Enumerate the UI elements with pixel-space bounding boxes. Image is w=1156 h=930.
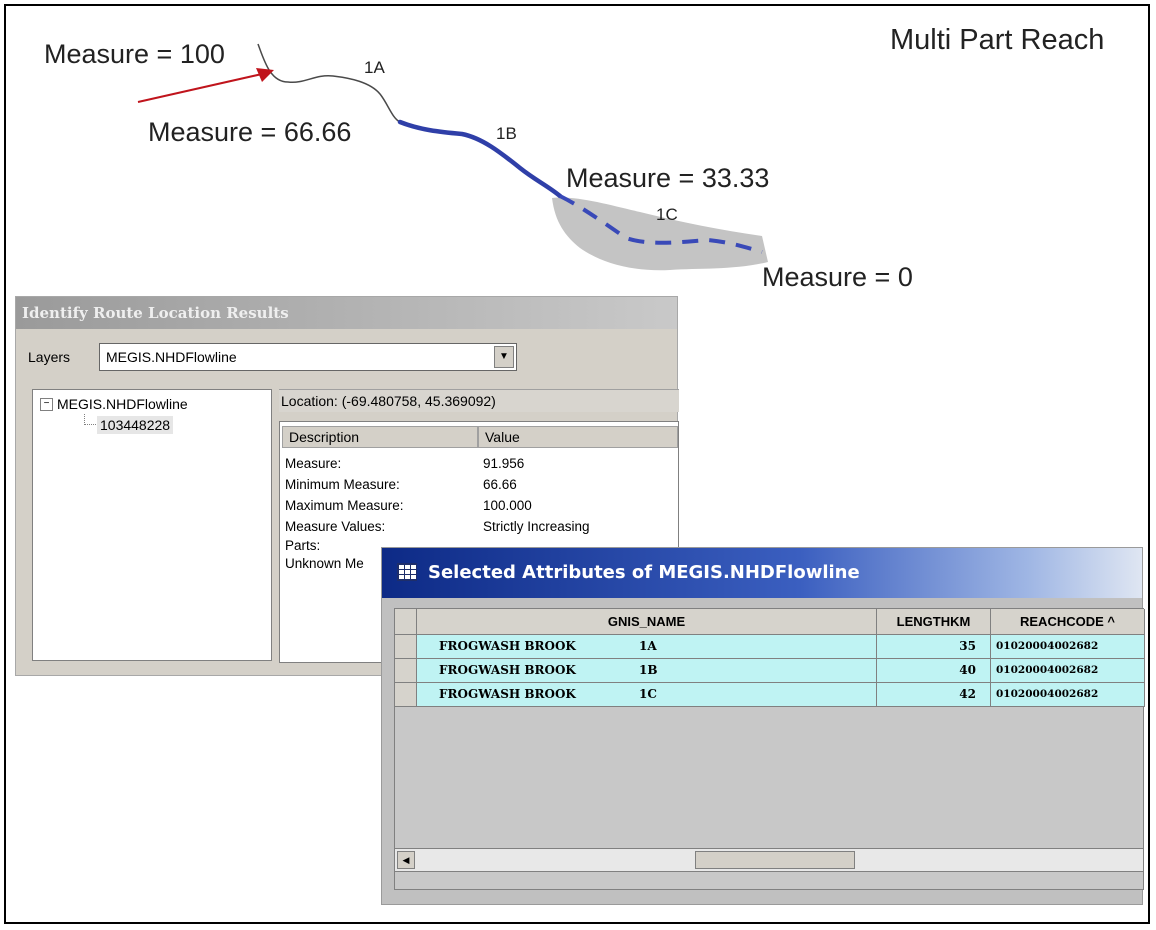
row-selector[interactable] (395, 635, 417, 659)
part-code: 1B (639, 663, 658, 677)
reachcode-cell[interactable]: 01020004002682 (991, 659, 1145, 683)
column-header-value[interactable]: Value (478, 426, 678, 448)
row-label-measure: Measure: (285, 456, 342, 471)
collapse-icon[interactable]: − (40, 398, 53, 411)
row-label-measure-values: Measure Values: (285, 519, 386, 534)
table-row-name-cell[interactable]: FROGWASH BROOK 1A (417, 635, 877, 659)
row-value-min-measure: 66.66 (483, 477, 517, 492)
lengthkm-cell[interactable]: 35 (877, 635, 991, 659)
measure-label-100: Measure = 100 (44, 39, 225, 69)
part-1a-line (257, 43, 401, 123)
table-row-name-cell[interactable]: FROGWASH BROOK 1B (417, 659, 877, 683)
part-label-1a: 1A (364, 58, 385, 77)
part-code: 1A (639, 639, 657, 653)
column-header-description[interactable]: Description (282, 426, 478, 448)
table-icon (397, 563, 417, 581)
gnis-name: FROGWASH BROOK (439, 663, 576, 677)
identify-title: Identify Route Location Results (16, 297, 677, 329)
selected-attributes-window: Selected Attributes of MEGIS.NHDFlowline… (381, 547, 1145, 905)
part-label-1c: 1C (656, 205, 678, 224)
selected-attributes-title: Selected Attributes of MEGIS.NHDFlowline (382, 548, 1142, 598)
column-header-lengthkm[interactable]: LENGTHKM (877, 609, 991, 635)
row-label-max-measure: Maximum Measure: (285, 498, 404, 513)
dropdown-arrow-icon[interactable]: ▼ (494, 346, 514, 368)
tree-connector (84, 414, 96, 425)
row-value-measure: 91.956 (483, 456, 525, 471)
gnis-name: FROGWASH BROOK (439, 639, 576, 653)
lengthkm-cell[interactable]: 40 (877, 659, 991, 683)
layers-label: Layers (28, 349, 71, 365)
part-code: 1C (639, 687, 657, 701)
row-value-measure-values: Strictly Increasing (483, 519, 590, 534)
row-label-unknown: Unknown Me (285, 556, 364, 571)
layers-dropdown-value: MEGIS.NHDFlowline (106, 349, 237, 365)
part-1b-line (397, 119, 563, 199)
column-header-reachcode[interactable]: REACHCODE ^ (991, 609, 1145, 635)
arrow-line (137, 73, 263, 103)
row-selector[interactable] (395, 683, 417, 707)
location-text: Location: (-69.480758, 45.369092) (281, 393, 496, 409)
lengthkm-cell[interactable]: 42 (877, 683, 991, 707)
layers-dropdown[interactable]: MEGIS.NHDFlowline ▼ (99, 343, 517, 371)
header-row-selector (395, 609, 417, 635)
measure-label-0: Measure = 0 (762, 262, 913, 292)
location-bar: Location: (-69.480758, 45.369092) (279, 389, 679, 412)
row-label-parts: Parts: (285, 538, 321, 553)
scroll-left-icon[interactable]: ◀ (397, 851, 415, 869)
layer-tree: − MEGIS.NHDFlowline 103448228 (32, 389, 272, 661)
tree-feature-item[interactable]: 103448228 (97, 416, 174, 434)
gnis-name: FROGWASH BROOK (439, 687, 576, 701)
row-label-min-measure: Minimum Measure: (285, 477, 400, 492)
scroll-thumb[interactable] (695, 851, 855, 869)
row-value-max-measure: 100.000 (483, 498, 532, 513)
part-label-1b: 1B (496, 124, 517, 143)
measure-label-33: Measure = 33.33 (566, 163, 770, 193)
row-selector[interactable] (395, 659, 417, 683)
tree-root-item[interactable]: MEGIS.NHDFlowline (57, 396, 188, 412)
diagram-title: Multi Part Reach (890, 24, 1105, 56)
table-row-name-cell[interactable]: FROGWASH BROOK 1C (417, 683, 877, 707)
horizontal-scrollbar[interactable]: ◀ (394, 848, 1144, 872)
column-header-gnis-name[interactable]: GNIS_NAME (417, 609, 877, 635)
reachcode-cell[interactable]: 01020004002682 (991, 635, 1145, 659)
reachcode-cell[interactable]: 01020004002682 (991, 683, 1145, 707)
measure-label-66: Measure = 66.66 (148, 117, 352, 147)
